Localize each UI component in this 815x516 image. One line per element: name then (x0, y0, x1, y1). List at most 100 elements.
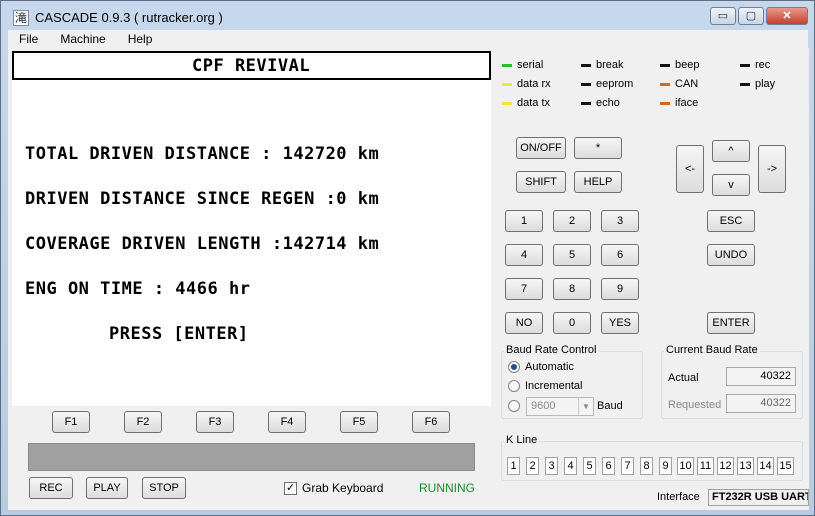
indicator-iface: iface (660, 97, 698, 109)
indicator-data-rx: data rx (502, 78, 551, 90)
led-icon (740, 63, 750, 67)
f5-button[interactable]: F5 (340, 411, 378, 433)
indicator-eeprom: eeprom (581, 78, 633, 90)
k-line-pin[interactable]: 13 (737, 457, 754, 475)
window-controls: ▭ ▢ ✕ (708, 7, 808, 25)
app-window: 滝 CASCADE 0.9.3 ( rutracker.org ) ▭ ▢ ✕ … (0, 0, 815, 516)
main-panel: CPF REVIVAL TOTAL DRIVEN DISTANCE : 1427… (8, 48, 809, 510)
k-line-pin[interactable]: 11 (697, 457, 714, 475)
minimize-button[interactable]: ▭ (710, 7, 736, 25)
k-line-pin[interactable]: 7 (621, 457, 634, 475)
right-arrow-button[interactable]: -> (758, 145, 786, 193)
key-9-button[interactable]: 9 (601, 278, 639, 300)
play-button[interactable]: PLAY (86, 477, 128, 499)
lcd-line-2: DRIVEN DISTANCE SINCE REGEN :0 km (25, 189, 380, 209)
app-icon[interactable]: 滝 (13, 10, 29, 26)
enter-button[interactable]: ENTER (707, 312, 755, 334)
chevron-down-icon[interactable]: ▼ (578, 398, 593, 415)
actual-label: Actual (668, 372, 699, 384)
key-5-button[interactable]: 5 (553, 244, 591, 266)
star-button[interactable]: * (574, 137, 622, 159)
key-2-button[interactable]: 2 (553, 210, 591, 232)
title-bar[interactable]: 滝 CASCADE 0.9.3 ( rutracker.org ) ▭ ▢ ✕ (1, 1, 814, 31)
k-line-pin[interactable]: 4 (564, 457, 577, 475)
f6-button[interactable]: F6 (412, 411, 450, 433)
menu-machine[interactable]: Machine (49, 30, 116, 48)
automatic-radio[interactable] (508, 361, 520, 373)
requested-baud-field: 40322 (726, 394, 796, 413)
left-arrow-button[interactable]: <- (676, 145, 704, 193)
down-arrow-button[interactable]: v (712, 174, 750, 196)
help-button[interactable]: HELP (574, 171, 622, 193)
k-line-pin[interactable]: 15 (777, 457, 794, 475)
key-3-button[interactable]: 3 (601, 210, 639, 232)
k-line-pin[interactable]: 8 (640, 457, 653, 475)
close-button[interactable]: ✕ (766, 7, 808, 25)
k-line-pin[interactable]: 14 (757, 457, 774, 475)
yes-button[interactable]: YES (601, 312, 639, 334)
led-icon (581, 82, 591, 86)
no-button[interactable]: NO (505, 312, 543, 334)
indicator-play: play (740, 78, 775, 90)
shift-button[interactable]: SHIFT (516, 171, 566, 193)
menu-file[interactable]: File (8, 30, 49, 48)
actual-baud-field: 40322 (726, 367, 796, 386)
indicator-break: break (581, 59, 624, 71)
lcd-title: CPF REVIVAL (192, 56, 311, 76)
k-line-pin[interactable]: 10 (677, 457, 694, 475)
f1-button[interactable]: F1 (52, 411, 90, 433)
baud-select-value: 9600 (531, 400, 556, 412)
indicator-can: CAN (660, 78, 698, 90)
key-6-button[interactable]: 6 (601, 244, 639, 266)
baud-unit-label: Baud (597, 400, 623, 412)
grab-keyboard-label: Grab Keyboard (302, 481, 384, 495)
window-title: CASCADE 0.9.3 ( rutracker.org ) (35, 10, 223, 25)
esc-button[interactable]: ESC (707, 210, 755, 232)
indicator-echo: echo (581, 97, 620, 109)
interface-label: Interface (657, 491, 700, 503)
requested-label: Requested (668, 399, 722, 411)
f3-button[interactable]: F3 (196, 411, 234, 433)
k-line-pin[interactable]: 3 (545, 457, 558, 475)
current-baud-title: Current Baud Rate (664, 344, 760, 356)
interface-value: FT232R USB UART (708, 489, 809, 506)
progress-bar (28, 443, 475, 471)
key-8-button[interactable]: 8 (553, 278, 591, 300)
f4-button[interactable]: F4 (268, 411, 306, 433)
led-icon (660, 63, 670, 67)
menu-help[interactable]: Help (117, 30, 164, 48)
lcd-line-3: COVERAGE DRIVEN LENGTH :142714 km (25, 234, 380, 254)
led-icon (502, 82, 512, 86)
undo-button[interactable]: UNDO (707, 244, 755, 266)
stop-button[interactable]: STOP (142, 477, 186, 499)
indicator-serial: serial (502, 59, 543, 71)
incremental-radio[interactable] (508, 380, 520, 392)
led-icon (581, 63, 591, 67)
up-arrow-button[interactable]: ^ (712, 140, 750, 162)
k-line-pin[interactable]: 6 (602, 457, 615, 475)
indicator-data-tx: data tx (502, 97, 550, 109)
k-line-pin[interactable]: 5 (583, 457, 596, 475)
rec-button[interactable]: REC (29, 477, 73, 499)
k-line-pin[interactable]: 2 (526, 457, 539, 475)
maximize-button[interactable]: ▢ (738, 7, 764, 25)
automatic-label: Automatic (525, 361, 574, 373)
key-0-button[interactable]: 0 (553, 312, 591, 334)
key-1-button[interactable]: 1 (505, 210, 543, 232)
manual-radio[interactable] (508, 400, 520, 412)
led-icon (740, 82, 750, 86)
key-7-button[interactable]: 7 (505, 278, 543, 300)
k-line-pin[interactable]: 9 (659, 457, 672, 475)
on-off-button[interactable]: ON/OFF (516, 137, 566, 159)
indicator-rec: rec (740, 59, 770, 71)
k-line-pin[interactable]: 1 (507, 457, 520, 475)
key-4-button[interactable]: 4 (505, 244, 543, 266)
run-status: RUNNING (419, 481, 475, 495)
k-line-pin[interactable]: 12 (717, 457, 734, 475)
baud-control-title: Baud Rate Control (504, 344, 599, 356)
led-icon (660, 101, 670, 105)
grab-keyboard-checkbox[interactable]: ✓ (284, 482, 297, 495)
baud-select[interactable]: 9600 ▼ (526, 397, 594, 416)
f2-button[interactable]: F2 (124, 411, 162, 433)
incremental-label: Incremental (525, 380, 583, 392)
